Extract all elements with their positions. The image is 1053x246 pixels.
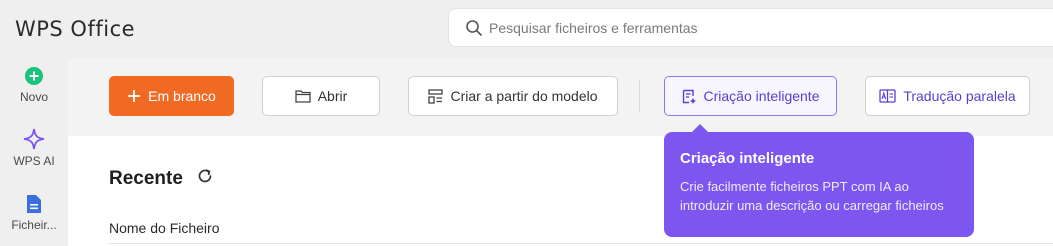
template-button-label: Criar a partir do modelo	[450, 88, 598, 104]
top-bar: WPS Office Pesquisar ficheiros e ferrame…	[0, 0, 1053, 58]
blank-button[interactable]: Em branco	[109, 76, 234, 116]
translate-icon	[879, 89, 896, 103]
search-icon	[466, 20, 482, 36]
recent-heading: Recente	[109, 168, 183, 189]
sidebar-item-label: Ficheir...	[11, 218, 57, 232]
sparkle-icon	[23, 128, 45, 150]
template-icon	[428, 88, 444, 104]
sidebar-item-label: WPS AI	[13, 154, 55, 168]
open-button-label: Abrir	[317, 88, 348, 104]
plus-circle-icon	[25, 67, 43, 85]
app-logo: WPS Office	[15, 17, 136, 41]
toolbar: Em branco Abrir Criar a partir do modelo	[68, 58, 1053, 136]
search-input[interactable]: Pesquisar ficheiros e ferramentas	[489, 20, 698, 36]
search-bar[interactable]: Pesquisar ficheiros e ferramentas	[448, 8, 1053, 47]
tooltip-arrow	[692, 124, 708, 132]
parallel-translation-button[interactable]: Tradução paralela	[865, 76, 1030, 116]
template-button[interactable]: Criar a partir do modelo	[408, 76, 618, 116]
sidebar-item-wps-ai[interactable]: WPS AI	[0, 128, 68, 168]
tooltip-title: Criação inteligente	[680, 150, 815, 167]
sidebar-item-files[interactable]: Ficheir...	[0, 194, 68, 232]
blank-button-label: Em branco	[148, 88, 216, 104]
sidebar: Novo WPS AI Ficheir...	[0, 58, 68, 246]
ai-creation-tooltip: Criação inteligente Crie facilmente fich…	[664, 124, 974, 237]
open-button[interactable]: Abrir	[262, 76, 380, 116]
column-header-filename[interactable]: Nome do Ficheiro	[109, 220, 220, 236]
tooltip-body: Crie facilmente ficheiros PPT com IA ao …	[680, 179, 944, 213]
file-icon	[27, 195, 41, 213]
sidebar-item-new[interactable]: Novo	[0, 66, 68, 104]
ai-creation-button[interactable]: Criação inteligente	[664, 76, 837, 116]
table-divider	[109, 243, 1053, 244]
ai-creation-button-label: Criação inteligente	[703, 88, 820, 104]
plus-icon	[128, 90, 141, 102]
ai-document-icon	[682, 89, 696, 104]
parallel-translation-button-label: Tradução paralela	[903, 88, 1016, 104]
folder-icon	[295, 90, 311, 103]
sidebar-item-label: Novo	[19, 90, 48, 104]
refresh-icon[interactable]	[196, 167, 214, 185]
toolbar-divider	[639, 80, 640, 112]
